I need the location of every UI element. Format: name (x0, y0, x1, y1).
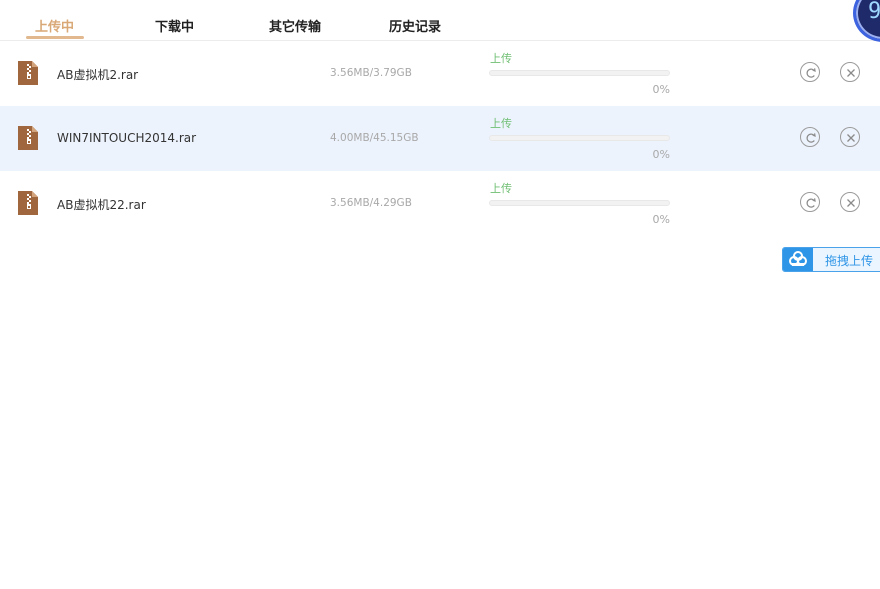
retry-button[interactable] (800, 192, 820, 212)
zip-file-icon (18, 61, 38, 85)
progress-bar (489, 70, 670, 76)
progress-bar (489, 200, 670, 206)
file-size: 3.56MB/3.79GB (330, 67, 412, 79)
file-name: WIN7INTOUCH2014.rar (57, 131, 197, 145)
file-name: AB虚拟机2.rar (57, 68, 139, 82)
transfer-row[interactable]: AB虚拟机22.rar 3.56MB/4.29GB 上传 0% (0, 171, 880, 236)
tab-uploading[interactable]: 上传中 (35, 16, 74, 35)
drag-upload-label: 拖拽上传 (825, 254, 874, 268)
file-size: 4.00MB/45.15GB (330, 132, 419, 144)
transfer-status: 上传 (490, 117, 512, 130)
progress-percent: 0% (652, 83, 670, 96)
retry-button[interactable] (800, 127, 820, 147)
tab-downloading[interactable]: 下载中 (155, 16, 194, 35)
transfer-tabs: 上传中 下载中 其它传输 历史记录 (0, 0, 880, 41)
file-size: 3.56MB/4.29GB (330, 197, 412, 209)
retry-button[interactable] (800, 62, 820, 82)
active-tab-indicator (26, 36, 84, 39)
transfer-row[interactable]: WIN7INTOUCH2014.rar 4.00MB/45.15GB 上传 0% (0, 106, 880, 171)
zip-file-icon (18, 191, 38, 215)
transfer-status: 上传 (490, 182, 512, 195)
zip-file-icon (18, 126, 38, 150)
transfer-row[interactable]: AB虚拟机2.rar 3.56MB/3.79GB 上传 0% (0, 41, 880, 106)
progress-bar (489, 135, 670, 141)
cloud-icon (783, 248, 813, 271)
file-name: AB虚拟机22.rar (57, 198, 146, 212)
tab-history[interactable]: 历史记录 (389, 16, 441, 35)
drag-upload-button[interactable]: 拖拽上传 (782, 247, 880, 272)
badge-text: 9 (868, 0, 880, 24)
cancel-button[interactable] (840, 62, 860, 82)
progress-percent: 0% (652, 213, 670, 226)
cancel-button[interactable] (840, 127, 860, 147)
tab-other-transfers[interactable]: 其它传输 (269, 16, 321, 35)
cancel-button[interactable] (840, 192, 860, 212)
transfer-status: 上传 (490, 52, 512, 65)
progress-percent: 0% (652, 148, 670, 161)
